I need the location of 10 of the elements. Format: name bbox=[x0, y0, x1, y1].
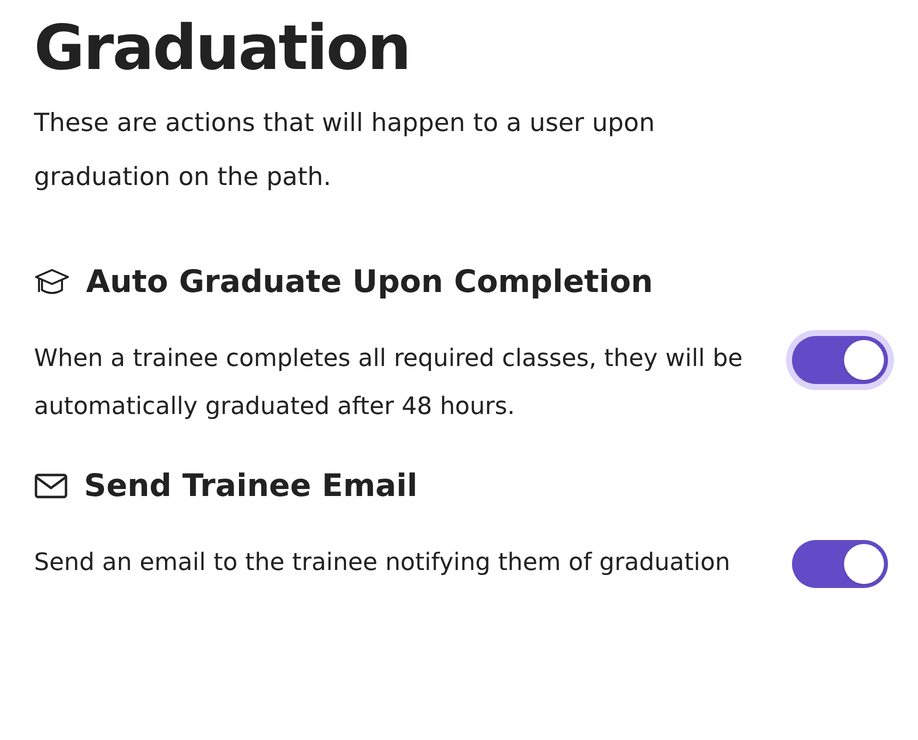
toggle-switch[interactable] bbox=[792, 336, 888, 384]
toggle-switch[interactable] bbox=[792, 540, 888, 588]
page-description: These are actions that will happen to a user upon graduation on the path. bbox=[34, 107, 656, 193]
envelope-icon bbox=[34, 473, 68, 499]
setting-title: Send Trainee Email bbox=[84, 467, 418, 506]
graduation-cap-icon bbox=[34, 268, 70, 296]
setting-title: Auto Graduate Upon Completion bbox=[86, 263, 653, 302]
setting-description: Send an email to the trainee notifying them of graduation bbox=[34, 547, 732, 578]
setting-description: When a trainee completes all required classes, they will be automatically graduated after 48 hours. bbox=[34, 343, 744, 422]
page-title: Graduation bbox=[34, 10, 411, 86]
